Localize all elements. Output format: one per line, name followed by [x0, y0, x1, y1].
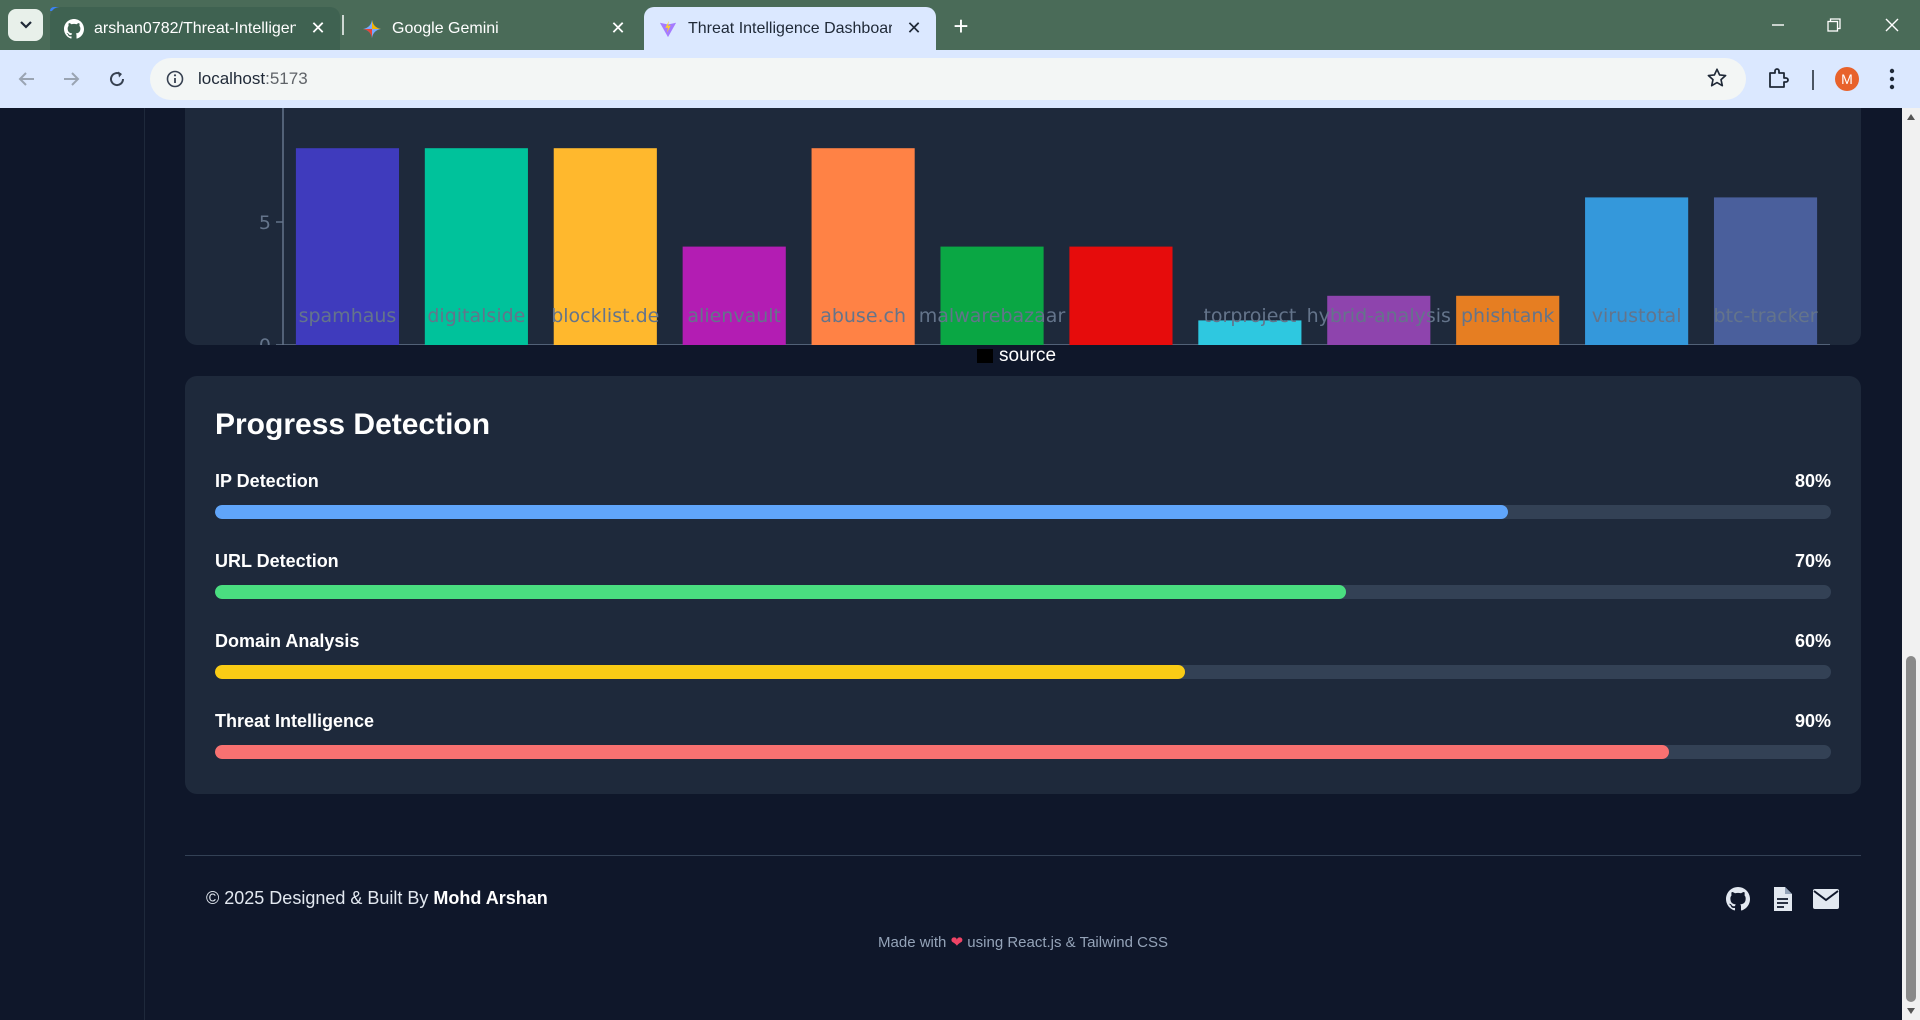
footer-made-with: Made with ❤ using React.js & Tailwind CS… — [0, 933, 1920, 951]
tab-github[interactable]: arshan0782/Threat-Intelligence ✕ — [50, 7, 340, 50]
progress-item-url: URL Detection 70% — [215, 551, 1831, 599]
document-icon[interactable] — [1769, 886, 1795, 912]
progress-fill — [215, 745, 1670, 759]
tab-gemini[interactable]: Google Gemini ✕ — [348, 7, 640, 50]
browser-toolbar: localhost:5173 — [0, 50, 1920, 108]
progress-label: Domain Analysis — [215, 631, 360, 651]
progress-item-domain: Domain Analysis 60% — [215, 631, 1831, 679]
made-with-text: Made with — [878, 934, 951, 951]
tab-title: Google Gemini — [392, 19, 499, 37]
more-menu-icon[interactable] — [1880, 64, 1904, 94]
restore-icon[interactable] — [1806, 0, 1862, 50]
progress-value: 70% — [1794, 551, 1831, 571]
chart-legend[interactable]: source — [977, 345, 1056, 367]
github-icon[interactable] — [1725, 886, 1751, 912]
page-scrollbar[interactable] — [1902, 108, 1920, 1020]
chart-bar — [1069, 246, 1173, 345]
url-host: localhost — [198, 69, 266, 88]
chart-bar — [940, 246, 1044, 345]
reload-icon[interactable] — [100, 62, 134, 96]
url-text: localhost:5173 — [198, 69, 308, 89]
bookmark-star-icon[interactable] — [1706, 67, 1730, 91]
progress-label: URL Detection — [215, 551, 339, 571]
gemini-icon — [362, 19, 382, 39]
footer-social-links — [1725, 886, 1839, 912]
progress-label: IP Detection — [215, 471, 319, 491]
progress-track — [215, 505, 1831, 519]
legend-swatch — [977, 349, 993, 363]
progress-title: Progress Detection — [215, 408, 491, 441]
heart-icon: ❤ — [950, 934, 964, 951]
footer-divider — [185, 855, 1861, 856]
toolbar-divider — [1812, 70, 1814, 90]
progress-track — [215, 745, 1831, 759]
progress-value: 90% — [1794, 711, 1831, 731]
tab-divider — [342, 15, 344, 35]
site-info-icon[interactable] — [164, 68, 186, 90]
progress-track — [215, 585, 1831, 599]
close-icon[interactable]: ✕ — [306, 17, 330, 41]
progress-fill — [215, 665, 1185, 679]
x-tick-label: btc-tracker — [1713, 305, 1818, 327]
progress-value: 80% — [1794, 471, 1831, 491]
x-tick-label: malwarebazaar — [918, 305, 1066, 327]
tab-title: arshan0782/Threat-Intelligence — [94, 19, 296, 37]
progress-item-threat: Threat Intelligence 90% — [215, 711, 1831, 759]
tab-dashboard[interactable]: Threat Intelligence Dashboard ✕ — [644, 7, 936, 50]
chart-bar — [682, 246, 786, 345]
extensions-puzzle-icon[interactable] — [1766, 66, 1792, 92]
page-viewport: 0 5 source Progress Detection IP Detectio… — [0, 108, 1920, 1020]
new-tab-button[interactable]: + — [945, 10, 977, 42]
copyright-text: © 2025 Designed & Built By — [206, 888, 434, 908]
close-icon[interactable]: ✕ — [606, 17, 630, 41]
y-tick-label: 5 — [259, 212, 271, 234]
footer-copyright: © 2025 Designed & Built By Mohd Arshan — [206, 888, 548, 909]
window-close-icon[interactable] — [1864, 0, 1920, 50]
chevron-down-icon — [19, 21, 32, 29]
progress-label: Threat Intelligence — [215, 711, 375, 731]
progress-fill — [215, 585, 1347, 599]
sidebar — [0, 108, 145, 1020]
tab-search-button[interactable] — [8, 9, 43, 41]
tab-title: Threat Intelligence Dashboard — [688, 19, 892, 37]
progress-item-ip: IP Detection 80% — [215, 471, 1831, 519]
scroll-up-icon[interactable] — [1906, 112, 1916, 122]
mail-icon[interactable] — [1813, 886, 1839, 912]
progress-detection-card: Progress Detection IP Detection 80% URL D… — [185, 376, 1861, 794]
progress-track — [215, 665, 1831, 679]
minimize-icon[interactable] — [1750, 0, 1806, 50]
y-tick-label: 0 — [259, 335, 271, 345]
author-name: Mohd Arshan — [433, 888, 548, 908]
address-bar[interactable]: localhost:5173 — [150, 58, 1746, 100]
url-port: :5173 — [265, 69, 308, 88]
progress-value: 60% — [1794, 631, 1831, 651]
forward-arrow-icon[interactable] — [54, 62, 88, 96]
vite-icon — [658, 19, 678, 39]
scroll-down-icon[interactable] — [1906, 1006, 1916, 1016]
tech-stack-text: using React.js & Tailwind CSS — [963, 934, 1168, 951]
close-icon[interactable]: ✕ — [902, 17, 926, 41]
github-icon — [64, 18, 84, 39]
browser-tabstrip: arshan0782/Threat-Intelligence ✕ Google … — [0, 0, 1920, 50]
legend-label: source — [999, 345, 1057, 366]
progress-fill — [215, 505, 1508, 519]
scroll-thumb[interactable] — [1906, 656, 1916, 1002]
profile-avatar[interactable]: M — [1835, 67, 1859, 91]
back-arrow-icon[interactable] — [10, 62, 44, 96]
